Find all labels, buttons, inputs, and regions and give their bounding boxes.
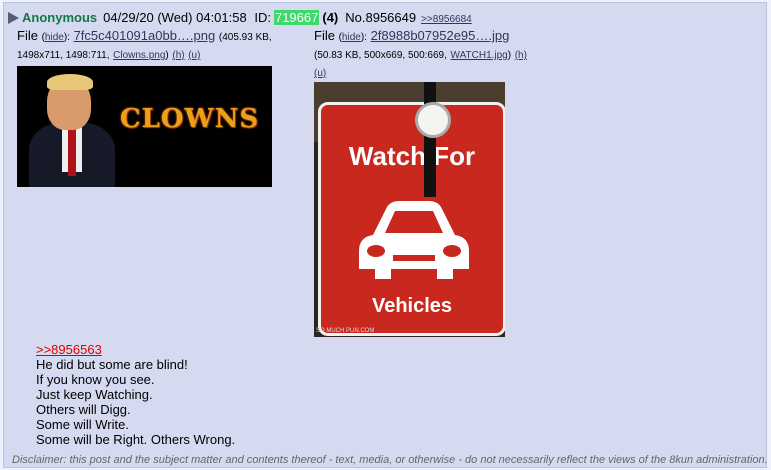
file-label: File	[17, 28, 38, 43]
watch-icon	[415, 102, 451, 138]
disclaimer: Disclaimer: this post and the subject ma…	[12, 454, 768, 466]
file-info-2: File (hide): 2f8988b07952e95….jpg (50.83…	[314, 28, 527, 79]
watch-band	[424, 82, 436, 197]
thumbnail-credit: SO MUCH PUN.COM	[316, 328, 375, 334]
original-filename-link[interactable]: WATCH1.jpg	[451, 50, 508, 61]
file-info-1: File (hide): 7fc5c401091a0bb….png (405.9…	[17, 28, 272, 61]
file-label: File	[314, 28, 335, 43]
backlink[interactable]: >>8956684	[421, 14, 472, 25]
post-intro: Anonymous 04/29/20 (Wed) 04:01:58 ID: 7196…	[8, 10, 472, 25]
file-u-link[interactable]: (u)	[188, 50, 200, 61]
original-filename-link[interactable]: Clowns.png	[113, 50, 165, 61]
file-thumbnail-clowns[interactable]: CLOWNS	[17, 66, 272, 187]
car-icon	[359, 201, 469, 279]
sign-text-top: Watch For	[348, 141, 476, 171]
file-thumbnail-watch-sign[interactable]: Watch For Vehicles SO MUCH PUN.COM	[314, 82, 505, 337]
body-line: He did but some are blind!	[36, 357, 188, 372]
thumbnail-clowns-text: CLOWNS	[119, 104, 260, 134]
post: Anonymous 04/29/20 (Wed) 04:01:58 ID: 7196…	[3, 2, 768, 468]
file-h-link[interactable]: (h)	[515, 50, 527, 61]
hide-file-link[interactable]: hide	[45, 32, 64, 43]
poster-post-count: (4)	[322, 10, 339, 25]
post-number-link[interactable]: No.8956649	[345, 10, 416, 25]
file-u-link[interactable]: (u)	[314, 68, 326, 79]
sign-text-bottom: Vehicles	[371, 295, 453, 317]
post-menu-arrow-icon[interactable]	[8, 12, 19, 24]
post-time: 04/29/20 (Wed) 04:01:58	[103, 10, 247, 25]
body-line: Some will Write.	[36, 417, 129, 432]
post-body: >>8956563 He did but some are blind! If …	[36, 342, 235, 447]
id-label: ID:	[254, 10, 271, 25]
body-line: If you know you see.	[36, 372, 155, 387]
hide-file-link[interactable]: hide	[342, 32, 361, 43]
file-meta: (50.83 KB, 500x669, 500:669,	[314, 50, 447, 61]
thumbnail-figure-hair	[47, 74, 93, 90]
body-line: Some will be Right. Others Wrong.	[36, 432, 236, 447]
poster-name: Anonymous	[22, 10, 98, 25]
file-meta-dimensions: 1498x711, 1498:711,	[17, 50, 110, 61]
thumbnail-figure-tie	[68, 126, 76, 176]
quote-link[interactable]: >>8956563	[36, 342, 235, 357]
file-h-link[interactable]: (h)	[172, 50, 184, 61]
body-line: Just keep Watching.	[36, 387, 153, 402]
file-name-link[interactable]: 2f8988b07952e95….jpg	[371, 28, 510, 43]
thumbnail-sign: Watch For Vehicles	[318, 102, 505, 336]
file-name-link[interactable]: 7fc5c401091a0bb….png	[74, 28, 216, 43]
body-line: Others will Digg.	[36, 402, 131, 417]
poster-id[interactable]: 719667	[273, 10, 320, 25]
file-meta: (405.93 KB,	[218, 32, 272, 43]
